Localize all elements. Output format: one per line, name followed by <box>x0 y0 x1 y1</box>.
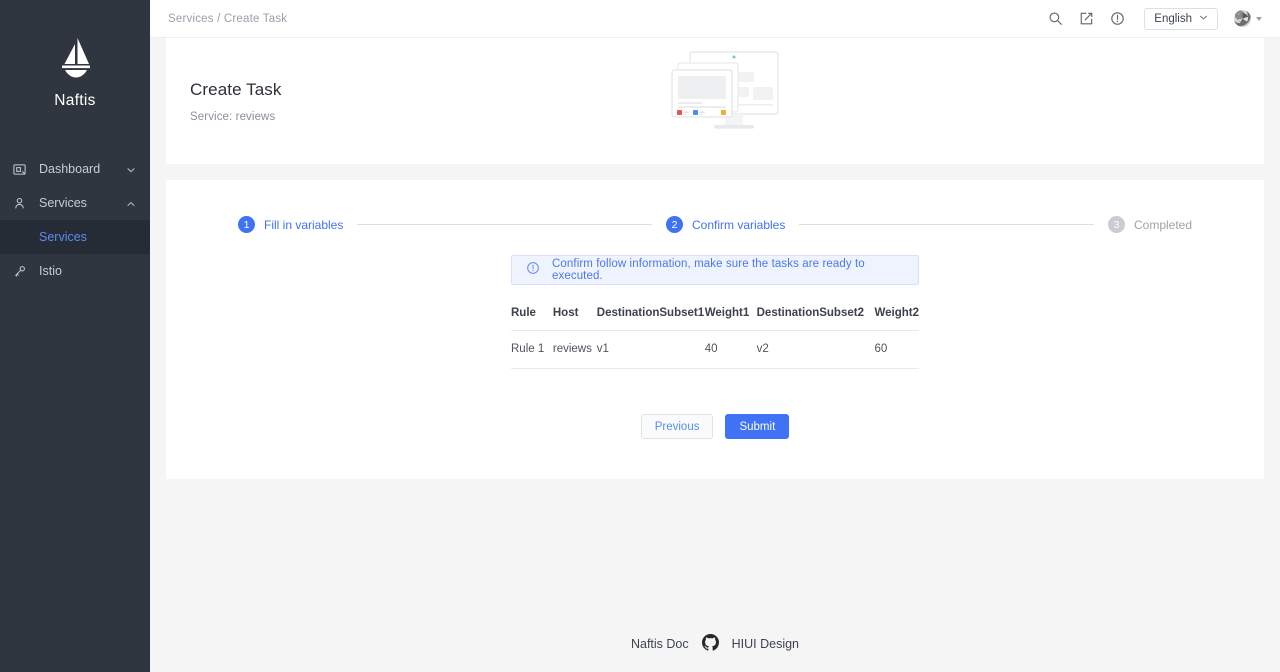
sidebar-item-label: Istio <box>39 264 62 278</box>
cell-weight2: 60 <box>874 330 919 369</box>
sailboat-icon <box>53 34 97 80</box>
monitor-icon <box>13 163 31 176</box>
key-icon <box>13 265 31 278</box>
sidebar: Naftis Dashboard Services Services Istio <box>0 0 150 672</box>
sidebar-item-label: Services <box>39 196 87 210</box>
cell-weight1: 40 <box>704 330 757 369</box>
previous-button[interactable]: Previous <box>640 414 714 439</box>
chevron-up-icon <box>126 198 136 208</box>
app-root: Naftis Dashboard Services Services Istio… <box>0 0 1280 672</box>
step-number: 1 <box>238 216 255 233</box>
search-icon[interactable] <box>1047 10 1064 27</box>
cell-destinationsubset2: v2 <box>756 330 875 369</box>
page-subtitle: Service: reviews <box>190 110 276 123</box>
column-header-destinationsubset1: DestinationSubset1 <box>596 307 705 331</box>
alert-text: Confirm follow information, make sure th… <box>552 258 865 282</box>
step-label: Confirm variables <box>691 217 786 232</box>
topbar: Services / Create Task English <box>150 0 1280 38</box>
variables-table: Rule Host DestinationSubset1 Weight1 Des… <box>511 307 919 369</box>
step-connector <box>357 224 652 225</box>
wizard-card: 1 Fill in variables 2 Confirm variables … <box>166 180 1264 479</box>
cell-rule: Rule 1 <box>511 330 553 369</box>
step-1[interactable]: 1 Fill in variables <box>238 216 343 233</box>
page-title: Create Task <box>190 79 282 99</box>
sidebar-nav: Dashboard Services Services Istio <box>0 152 150 288</box>
column-header-host: Host <box>552 307 597 331</box>
column-header-destinationsubset2: DestinationSubset2 <box>756 307 875 331</box>
column-header-rule: Rule <box>511 307 553 331</box>
table-header: Rule Host DestinationSubset1 Weight1 Des… <box>511 307 919 331</box>
info-circle-icon <box>526 261 540 280</box>
page-header-card: Create Task Service: reviews <box>166 38 1264 164</box>
github-icon[interactable] <box>701 634 719 654</box>
language-selector[interactable]: English <box>1144 7 1218 30</box>
chevron-down-icon <box>1199 13 1208 25</box>
sidebar-item-label: Dashboard <box>39 162 101 176</box>
step-indicator: 1 Fill in variables 2 Confirm variables … <box>190 216 1240 233</box>
avatar <box>1234 10 1251 27</box>
cell-host: reviews <box>552 330 597 369</box>
main-area: Services / Create Task English Create Ta… <box>150 0 1280 672</box>
edit-square-icon[interactable] <box>1078 10 1095 27</box>
table-body: Rule 1 reviews v1 40 v2 60 <box>511 330 919 369</box>
table-header-row: Rule Host DestinationSubset1 Weight1 Des… <box>511 307 919 331</box>
cell-destinationsubset1: v1 <box>596 330 705 369</box>
column-header-weight2: Weight2 <box>874 307 919 331</box>
sidebar-item-services[interactable]: Services <box>0 186 150 220</box>
hiui-design-link[interactable]: HIUI Design <box>732 637 799 651</box>
chevron-down-icon <box>126 164 136 174</box>
naftis-doc-link[interactable]: Naftis Doc <box>631 637 689 651</box>
step-label: Fill in variables <box>264 217 344 232</box>
step-3[interactable]: 3 Completed <box>1107 216 1193 233</box>
user-icon <box>13 197 31 210</box>
brand[interactable]: Naftis <box>0 0 150 140</box>
monitor-windows-illustration <box>670 46 785 149</box>
wizard-actions: Previous Submit <box>511 414 919 439</box>
user-menu[interactable] <box>1234 10 1262 27</box>
column-header-weight1: Weight1 <box>704 307 757 331</box>
page-footer: Naftis Doc HIUI Design <box>150 616 1280 672</box>
step-number: 2 <box>665 216 683 233</box>
page-content: Create Task Service: reviews 1 Fill in v… <box>150 38 1280 672</box>
language-label: English <box>1154 12 1192 25</box>
sidebar-item-istio[interactable]: Istio <box>0 254 150 288</box>
sidebar-subitem-label: Services <box>39 230 87 244</box>
sidebar-item-dashboard[interactable]: Dashboard <box>0 152 150 186</box>
step-number: 3 <box>1107 216 1125 233</box>
sidebar-subitem-services[interactable]: Services <box>0 220 150 254</box>
info-circle-icon[interactable] <box>1109 10 1126 27</box>
submit-button[interactable]: Submit <box>725 414 790 439</box>
brand-name: Naftis <box>54 92 96 109</box>
chevron-down-icon <box>1256 16 1262 21</box>
info-alert: Confirm follow information, make sure th… <box>511 255 919 285</box>
table-row: Rule 1 reviews v1 40 v2 60 <box>511 330 919 369</box>
step-label: Completed <box>1133 217 1193 232</box>
step-connector <box>799 224 1094 225</box>
card-spacer <box>150 164 1280 180</box>
step-2[interactable]: 2 Confirm variables <box>665 216 786 233</box>
page-header-text: Create Task Service: reviews <box>190 80 282 123</box>
confirm-panel: Confirm follow information, make sure th… <box>511 255 919 439</box>
topbar-actions: English <box>1047 7 1262 30</box>
breadcrumb: Services / Create Task <box>168 12 288 25</box>
